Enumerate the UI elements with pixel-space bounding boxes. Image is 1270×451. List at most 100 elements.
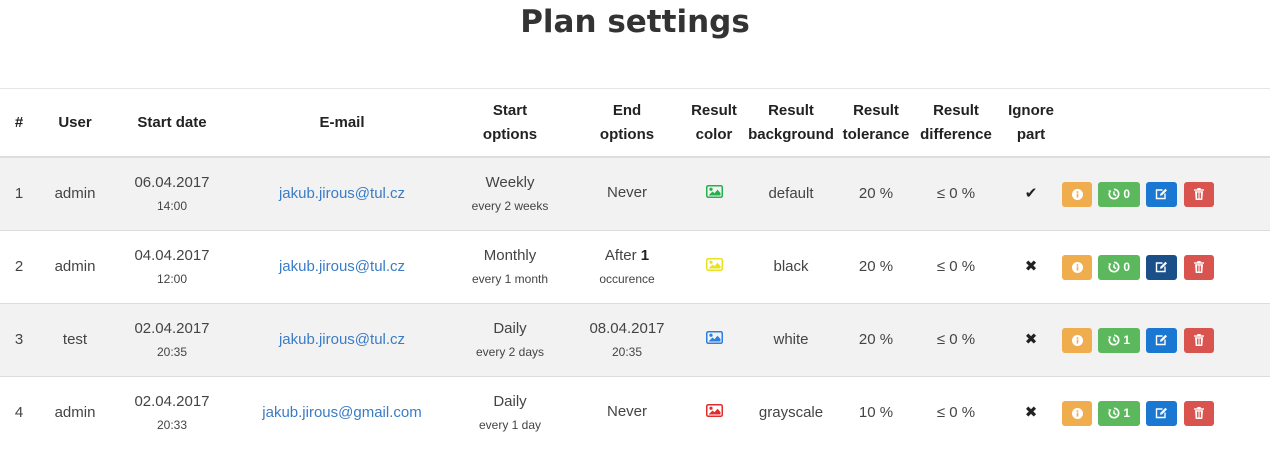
edit-button[interactable] <box>1146 181 1178 207</box>
trash-icon <box>1193 188 1204 201</box>
cell-end-options: After 1 occurence <box>568 230 686 304</box>
edit-button[interactable] <box>1146 254 1178 280</box>
cell-actions: 1 <box>1062 376 1270 449</box>
delete-button[interactable] <box>1183 400 1214 426</box>
table-row: 4 admin 02.04.2017 20:33 jakub.jirous@gm… <box>0 376 1270 449</box>
cell-result-difference: ≤ 0 % <box>912 303 1000 377</box>
history-count: 1 <box>1123 332 1131 347</box>
trash-icon <box>1193 261 1204 274</box>
start-option-detail: every 2 weeks <box>471 198 549 213</box>
start-date-value: 04.04.2017 <box>134 246 210 264</box>
trash-icon <box>1193 407 1204 420</box>
cell-result-tolerance: 20 % <box>840 303 912 377</box>
cell-start-date: 02.04.2017 20:33 <box>112 376 232 449</box>
start-date-value: 02.04.2017 <box>134 319 210 337</box>
cell-ignore-part: ✖ <box>1000 376 1062 449</box>
trash-icon <box>1193 334 1204 347</box>
history-count: 0 <box>1123 186 1131 201</box>
cell-start-options: Weekly every 2 weeks <box>452 156 568 231</box>
end-option-value: After 1 <box>604 246 650 264</box>
cross-icon: ✖ <box>1024 258 1038 275</box>
cell-start-options: Monthly every 1 month <box>452 230 568 304</box>
header-index: # <box>0 89 38 158</box>
edit-button[interactable] <box>1146 327 1178 353</box>
email-link[interactable]: jakub.jirous@gmail.com <box>262 404 421 421</box>
info-icon <box>1071 261 1083 273</box>
header-email: E-mail <box>232 89 452 158</box>
cell-user: admin <box>38 156 112 231</box>
history-button[interactable]: 0 <box>1098 254 1141 280</box>
cell-start-date: 06.04.2017 14:00 <box>112 156 232 231</box>
delete-button[interactable] <box>1183 327 1214 353</box>
table-header-row: # User Start date E-mail Start options En… <box>0 89 1270 158</box>
history-button[interactable]: 0 <box>1098 181 1141 207</box>
cell-actions: 0 <box>1062 156 1270 231</box>
image-icon <box>705 403 723 423</box>
table-row: 1 admin 06.04.2017 14:00 jakub.jirous@tu… <box>0 156 1270 231</box>
start-option-detail: every 1 day <box>478 417 542 432</box>
email-link[interactable]: jakub.jirous@tul.cz <box>279 331 405 348</box>
info-button[interactable] <box>1062 181 1092 207</box>
history-count: 0 <box>1123 259 1131 274</box>
cell-result-tolerance: 20 % <box>840 156 912 231</box>
email-link[interactable]: jakub.jirous@tul.cz <box>279 258 405 275</box>
header-result-color: Result color <box>686 89 742 158</box>
cell-result-color <box>686 376 742 449</box>
email-link[interactable]: jakub.jirous@tul.cz <box>279 185 405 202</box>
history-icon <box>1108 188 1120 200</box>
cell-index: 4 <box>0 376 38 449</box>
plan-settings-table: # User Start date E-mail Start options En… <box>0 89 1270 449</box>
cell-user: test <box>38 303 112 377</box>
cell-result-color <box>686 303 742 377</box>
history-button[interactable]: 1 <box>1098 327 1141 353</box>
info-button[interactable] <box>1062 327 1092 353</box>
check-icon: ✔ <box>1024 185 1038 202</box>
start-option-value: Daily <box>493 319 527 337</box>
cell-result-color <box>686 156 742 231</box>
cell-email: jakub.jirous@tul.cz <box>232 230 452 304</box>
cell-start-date: 04.04.2017 12:00 <box>112 230 232 304</box>
cross-icon: ✖ <box>1024 404 1038 421</box>
edit-icon <box>1156 262 1168 273</box>
start-time-value: 12:00 <box>156 271 188 286</box>
cell-end-options: Never <box>568 156 686 231</box>
end-option-detail: occurence <box>599 271 655 286</box>
start-option-value: Daily <box>493 392 527 410</box>
header-end-options: End options <box>568 89 686 158</box>
cell-result-difference: ≤ 0 % <box>912 156 1000 231</box>
cell-result-tolerance: 10 % <box>840 376 912 449</box>
cell-result-difference: ≤ 0 % <box>912 376 1000 449</box>
history-button[interactable]: 1 <box>1098 400 1141 426</box>
page-title: Plan settings <box>520 4 750 40</box>
history-count: 1 <box>1123 405 1131 420</box>
start-option-detail: every 1 month <box>471 271 549 286</box>
end-option-value: Never <box>606 402 647 420</box>
cell-result-difference: ≤ 0 % <box>912 230 1000 304</box>
cell-user: admin <box>38 376 112 449</box>
start-time-value: 20:33 <box>156 417 188 432</box>
header-actions <box>1062 89 1270 158</box>
info-button[interactable] <box>1062 254 1092 280</box>
header-result-tolerance: Result tolerance <box>840 89 912 158</box>
end-option-value: 08.04.2017 <box>589 319 665 337</box>
info-icon <box>1071 188 1083 200</box>
cell-end-options: Never <box>568 376 686 449</box>
delete-button[interactable] <box>1183 254 1214 280</box>
history-icon <box>1108 334 1120 346</box>
edit-icon <box>1156 408 1168 419</box>
end-option-value: Never <box>606 183 647 201</box>
cell-actions: 0 <box>1062 230 1270 304</box>
edit-button[interactable] <box>1146 400 1178 426</box>
info-button[interactable] <box>1062 400 1092 426</box>
edit-icon <box>1156 335 1168 346</box>
header-start-options: Start options <box>452 89 568 158</box>
cell-index: 3 <box>0 303 38 377</box>
start-date-value: 06.04.2017 <box>134 173 210 191</box>
cell-ignore-part: ✔ <box>1000 156 1062 231</box>
header-user: User <box>38 89 112 158</box>
cell-result-color <box>686 230 742 304</box>
delete-button[interactable] <box>1183 181 1214 207</box>
cell-user: admin <box>38 230 112 304</box>
cell-start-options: Daily every 2 days <box>452 303 568 377</box>
header-ignore-part: Ignore part <box>1000 89 1062 158</box>
